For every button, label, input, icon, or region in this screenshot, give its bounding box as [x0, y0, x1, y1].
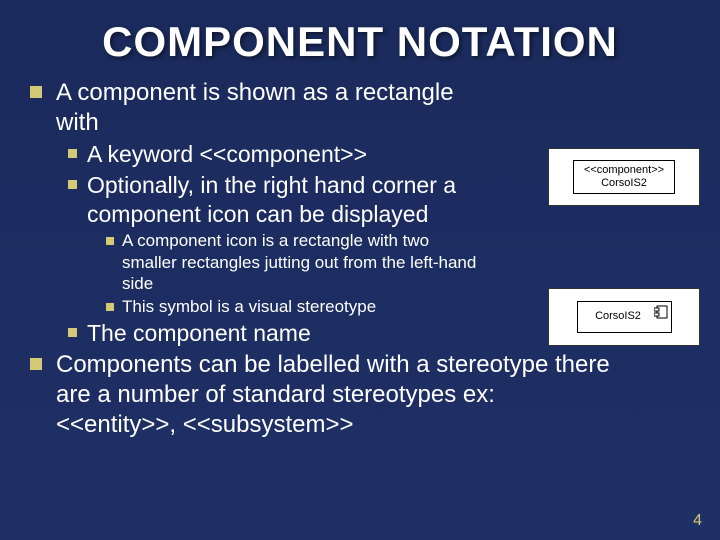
bullet-text: A keyword <<component>> — [87, 140, 367, 169]
bullet-square-icon — [106, 237, 114, 245]
slide-title: COMPONENT NOTATION — [0, 0, 720, 66]
bullet-text: The component name — [87, 319, 311, 348]
bullet-text: A component icon is a rectangle with two… — [122, 230, 482, 294]
uml-component-name: CorsoIS2 — [588, 310, 649, 323]
bullet-text: This symbol is a visual stereotype — [122, 296, 376, 317]
uml-component-figure-icon: CorsoIS2 — [548, 288, 700, 346]
uml-component-box: CorsoIS2 — [577, 301, 672, 332]
slide-body: A component is shown as a rectangle with… — [0, 66, 720, 440]
bullet-square-icon — [106, 303, 114, 311]
bullet-square-icon — [30, 86, 42, 98]
bullet-square-icon — [68, 180, 77, 189]
bullet-level1: Components can be labelled with a stereo… — [30, 350, 690, 440]
uml-stereotype-label: <<component>> — [584, 164, 664, 177]
uml-component-figure-keyword: <<component>> CorsoIS2 — [548, 148, 700, 206]
component-icon — [654, 305, 668, 319]
bullet-square-icon — [30, 358, 42, 370]
page-number: 4 — [693, 512, 702, 530]
bullet-square-icon — [68, 328, 77, 337]
bullet-text: A component is shown as a rectangle with — [56, 78, 476, 138]
bullet-level1: A component is shown as a rectangle with — [30, 78, 690, 138]
bullet-level3: A component icon is a rectangle with two… — [106, 230, 690, 294]
bullet-square-icon — [68, 149, 77, 158]
bullet-text: Optionally, in the right hand corner a c… — [87, 171, 507, 229]
uml-component-box: <<component>> CorsoIS2 — [573, 160, 675, 194]
uml-component-name: CorsoIS2 — [584, 177, 664, 190]
bullet-text: Components can be labelled with a stereo… — [56, 350, 616, 440]
